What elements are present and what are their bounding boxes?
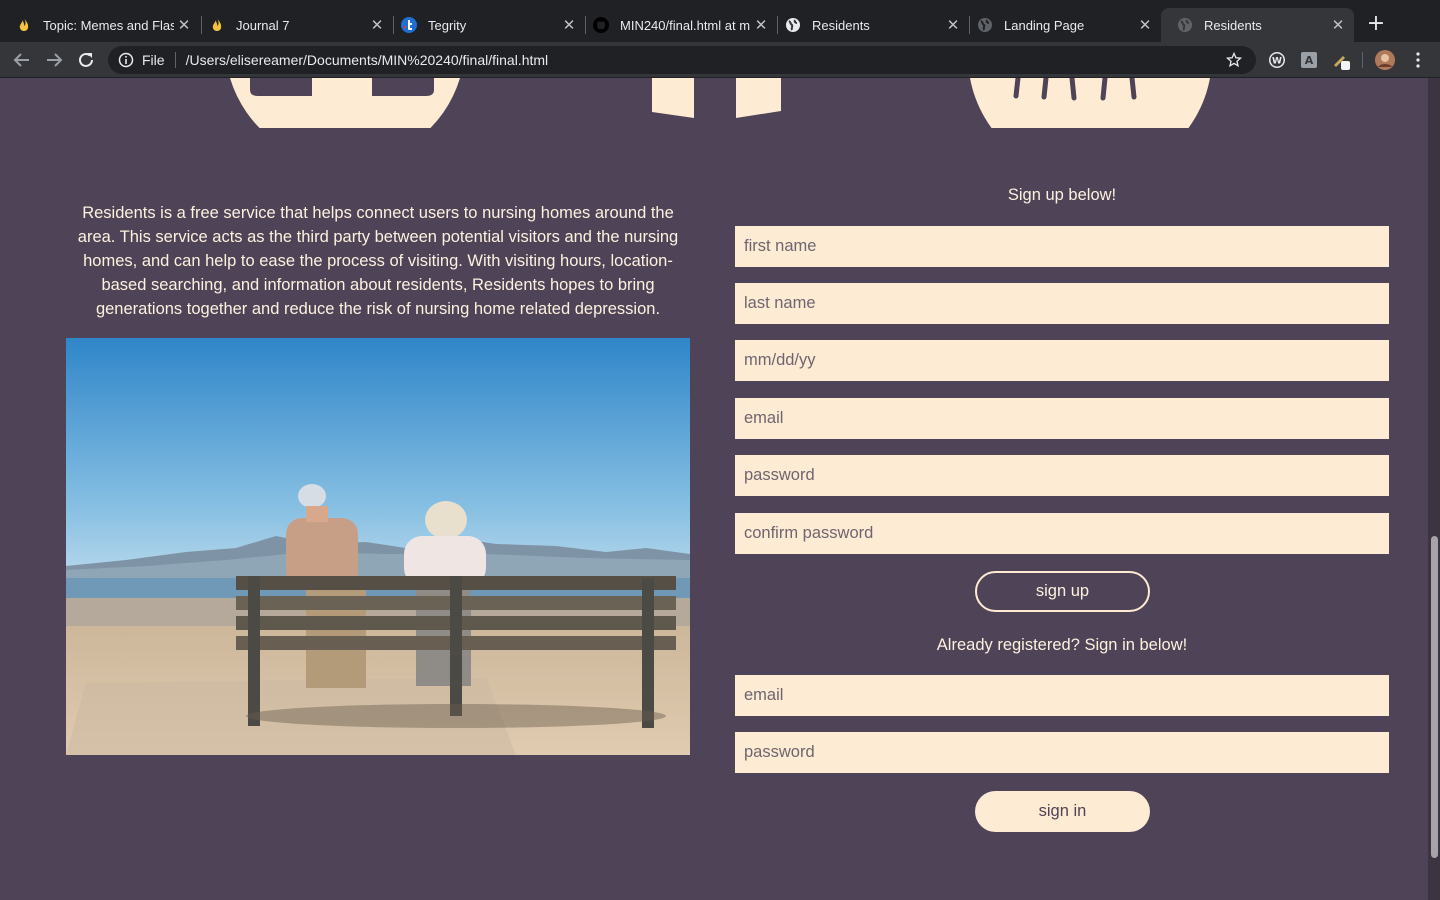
reload-button[interactable] — [74, 48, 98, 72]
arrow-right-icon — [47, 53, 63, 67]
last-name-field[interactable] — [735, 283, 1389, 324]
close-icon[interactable]: ✕ — [559, 16, 579, 34]
pencil-extension-icon[interactable] — [1331, 50, 1351, 70]
reload-icon — [79, 52, 93, 67]
close-icon[interactable]: ✕ — [367, 16, 387, 34]
url-text[interactable]: /Users/elisereamer/Documents/MIN%20240/f… — [186, 52, 1226, 68]
github-icon — [593, 17, 609, 33]
flame-icon — [16, 17, 32, 33]
close-icon[interactable]: ✕ — [1328, 16, 1348, 34]
w-extension-icon[interactable]: W — [1267, 50, 1287, 70]
arrow-left-icon — [13, 53, 29, 67]
info-icon[interactable] — [118, 52, 136, 68]
signin-heading: Already registered? Sign in below! — [936, 636, 1188, 654]
menu-icon[interactable] — [1408, 50, 1428, 70]
signup-email-field[interactable] — [735, 398, 1389, 439]
globe-icon — [785, 17, 801, 33]
globe-icon — [977, 17, 993, 33]
address-bar[interactable]: File /Users/elisereamer/Documents/MIN%20… — [108, 46, 1256, 74]
bookmark-star-icon[interactable] — [1226, 52, 1246, 68]
building-icon — [652, 78, 781, 118]
first-name-field[interactable] — [735, 226, 1389, 267]
date-of-birth-field[interactable] — [735, 340, 1389, 381]
about-description: Residents is a free service that helps c… — [77, 204, 679, 318]
svg-text:A: A — [1305, 54, 1314, 67]
back-button[interactable] — [10, 48, 34, 72]
people-circle-icon — [970, 78, 1210, 128]
home-circle-icon — [230, 78, 460, 128]
translate-extension-icon[interactable]: A — [1299, 50, 1319, 70]
sign-up-button[interactable]: sign up — [975, 571, 1150, 612]
signin-email-field[interactable] — [735, 675, 1389, 716]
scrollbar-thumb[interactable] — [1431, 536, 1438, 858]
signup-password-field[interactable] — [735, 455, 1389, 496]
toolbar-divider — [1362, 52, 1363, 68]
tab-landing-page[interactable]: Landing Page ✕ — [961, 8, 1161, 42]
scheme-label: File — [142, 52, 165, 68]
sign-in-button[interactable]: sign in — [975, 791, 1150, 832]
tab-github[interactable]: MIN240/final.html at m ✕ — [577, 8, 777, 42]
flame-icon — [209, 17, 225, 33]
close-icon[interactable]: ✕ — [174, 16, 194, 34]
tab-tegrity[interactable]: Tegrity ✕ — [385, 8, 585, 42]
couple-bench-photo — [66, 338, 690, 755]
tab-strip: Topic: Memes and Flas ✕ Journal 7 ✕ Tegr… — [0, 0, 1440, 42]
confirm-password-field[interactable] — [735, 513, 1389, 554]
avatar[interactable] — [1375, 50, 1395, 70]
browser-toolbar: File /Users/elisereamer/Documents/MIN%20… — [0, 42, 1440, 78]
signin-password-field[interactable] — [735, 732, 1389, 773]
tab-memes[interactable]: Topic: Memes and Flas ✕ — [0, 8, 200, 42]
tab-journal[interactable]: Journal 7 ✕ — [193, 8, 393, 42]
close-icon[interactable]: ✕ — [943, 16, 963, 34]
page-viewport: Residents is a free service that helps c… — [0, 78, 1428, 900]
signup-heading: Sign up below! — [1007, 186, 1117, 204]
new-tab-button[interactable]: + — [1364, 13, 1388, 37]
tab-residents[interactable]: Residents ✕ — [769, 8, 969, 42]
close-icon[interactable]: ✕ — [751, 16, 771, 34]
tab-residents-active[interactable]: Residents ✕ — [1161, 8, 1354, 42]
close-icon[interactable]: ✕ — [1135, 16, 1155, 34]
omnibox-divider — [174, 52, 176, 68]
globe-icon — [1177, 17, 1193, 33]
forward-button[interactable] — [42, 48, 66, 72]
tegrity-icon — [401, 17, 417, 33]
svg-text:W: W — [1272, 57, 1282, 67]
